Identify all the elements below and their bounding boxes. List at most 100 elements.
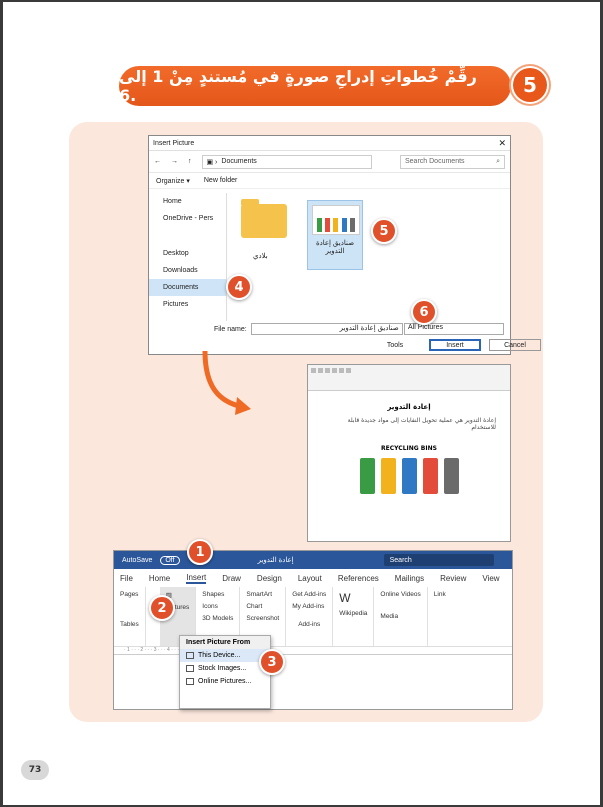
question-title: رقِّمْ خُطواتِ إدراجِ صورةٍ في مُستندٍ م… [119, 66, 511, 106]
search-icon: ⌕ [496, 157, 500, 165]
folder-label: بلادي [253, 253, 268, 260]
step-badge-1: 1 [187, 539, 213, 565]
sidebar-item-downloads[interactable]: Downloads [149, 262, 226, 279]
this-device-label: This Device... [198, 652, 241, 659]
wikipedia-icon: W [339, 591, 351, 605]
get-addins-button[interactable]: Get Add-ins [292, 591, 326, 598]
image-file-thumbnail[interactable]: صناديق إعادة التدوير [307, 200, 363, 270]
step-badge-6: 6 [411, 299, 437, 325]
document-preview: إعادة التدوير إعادة التدوير هي عملية تحو… [307, 364, 511, 542]
doc-chart-title: RECYCLING BINS [381, 445, 437, 452]
chart-button[interactable]: Chart [246, 603, 279, 610]
3d-models-button[interactable]: 3D Models [202, 615, 233, 622]
screenshot-button[interactable]: Screenshot [246, 615, 279, 622]
autosave-toggle[interactable]: Off [160, 555, 180, 565]
forward-icon[interactable]: → [171, 158, 178, 165]
step-badge-5: 5 [371, 218, 397, 244]
ribbon: Pages Tables ▨ Pictures Shapes Icons 3D Mode… [114, 587, 512, 647]
shapes-button[interactable]: Shapes [202, 591, 233, 598]
path-label: Documents [221, 158, 257, 165]
word-search[interactable]: Search [383, 554, 494, 566]
insert-button[interactable]: Insert [429, 339, 481, 351]
online-pictures-item[interactable]: Online Pictures... [180, 675, 270, 688]
doc-name: إعادة التدوير [257, 557, 294, 564]
stock-icon [186, 665, 194, 672]
tab-file[interactable]: File [120, 574, 133, 583]
wikipedia-button[interactable]: Wikipedia [339, 610, 367, 617]
stock-images-item[interactable]: Stock Images... [180, 662, 270, 675]
online-icon [186, 678, 194, 685]
page: رقِّمْ خُطواتِ إدراجِ صورةٍ في مُستندٍ م… [0, 0, 603, 807]
pages-group: Pages Tables [114, 587, 146, 646]
thumbnail-image [312, 205, 360, 235]
tab-references[interactable]: References [338, 574, 379, 583]
arrow-icon [202, 350, 251, 415]
close-icon[interactable]: ✕ [498, 138, 506, 149]
insert-picture-dropdown: Insert Picture From This Device... Stock… [179, 635, 271, 709]
thumbnail-label: صناديق إعادة التدوير [315, 240, 355, 255]
dialog-nav: ← → ↑ ▣ › Documents Search Documents ⌕ [149, 151, 510, 173]
cancel-button[interactable]: Cancel [489, 339, 541, 351]
tab-insert[interactable]: Insert [186, 573, 207, 584]
link-button[interactable]: Link [434, 591, 446, 598]
smartart-button[interactable]: SmartArt [246, 591, 279, 598]
search-input[interactable]: Search Documents ⌕ [400, 154, 505, 169]
up-icon[interactable]: ↑ [188, 158, 192, 165]
dialog-sidebar: Home OneDrive - Pers Desktop Downloads D… [149, 193, 227, 321]
media-label: Media [380, 613, 399, 620]
step-badge-2: 2 [149, 595, 175, 621]
online-videos-button[interactable]: Online Videos [380, 591, 420, 598]
tab-draw[interactable]: Draw [222, 574, 241, 583]
file-name-input[interactable]: صناديق إعادة التدوير [250, 323, 403, 335]
sidebar-item-pictures[interactable]: Pictures [149, 296, 226, 313]
doc-title: إعادة التدوير [387, 403, 431, 411]
dialog-title: Insert Picture [153, 139, 195, 147]
doc-ribbon [308, 365, 510, 391]
online-pictures-label: Online Pictures... [198, 678, 252, 685]
insert-picture-dialog: Insert Picture ✕ ← → ↑ ▣ › Documents Sear… [148, 135, 541, 355]
icons-button[interactable]: Icons [202, 603, 233, 610]
question-number: 5 [513, 68, 547, 102]
dialog-toolbar: Organize ▾ New folder [149, 173, 510, 189]
file-type-select[interactable]: All Pictures [404, 323, 504, 335]
addins-label: Add-ins [298, 621, 321, 628]
organize-button[interactable]: Organize ▾ [156, 177, 190, 185]
dialog-buttons: Tools Insert Cancel [369, 339, 541, 351]
ribbon-tabs: File Home Insert Draw Design Layout Refe… [114, 569, 512, 587]
sidebar-item-documents[interactable]: Documents [149, 279, 226, 296]
media-group: Online Videos Media [374, 587, 428, 646]
tab-design[interactable]: Design [257, 574, 282, 583]
tab-view[interactable]: View [482, 574, 499, 583]
file-name-label: File name: [214, 325, 247, 333]
sidebar-item-home[interactable]: Home [149, 193, 226, 210]
address-bar[interactable]: ▣ › Documents [201, 154, 372, 169]
sidebar-item-onedrive[interactable]: OneDrive - Pers [149, 210, 226, 227]
doc-body: إعادة التدوير هي عملية تحويل النفايات إل… [347, 417, 496, 431]
addins-group: Get Add-ins My Add-ins Add-ins [286, 587, 334, 646]
word-titlebar: AutoSave Off إعادة التدوير Search [114, 551, 512, 569]
page-number: 73 [21, 760, 49, 780]
dropdown-header: Insert Picture From [180, 636, 270, 649]
ruler: · 1 · · · 2 · · · 3 · · · 4 · · · 5 [114, 647, 512, 655]
file-name-row: File name: صناديق إعادة التدوير [214, 323, 403, 335]
search-placeholder: Search Documents [405, 158, 465, 165]
sidebar-item-desktop[interactable]: Desktop [149, 245, 226, 262]
my-addins-button[interactable]: My Add-ins [292, 603, 326, 610]
word-search-label: Search [389, 556, 412, 564]
tab-layout[interactable]: Layout [298, 574, 322, 583]
pages-button[interactable]: Pages [120, 591, 139, 598]
tab-review[interactable]: Review [440, 574, 466, 583]
step-badge-3: 3 [259, 649, 285, 675]
device-icon [186, 652, 194, 659]
stock-images-label: Stock Images... [198, 665, 247, 672]
back-icon[interactable]: ← [154, 158, 161, 165]
tab-mailings[interactable]: Mailings [395, 574, 424, 583]
word-window: AutoSave Off إعادة التدوير Search File H… [113, 550, 513, 710]
tools-button[interactable]: Tools [369, 339, 421, 351]
tab-home[interactable]: Home [149, 574, 170, 583]
folder-icon: ▣ › [206, 158, 218, 166]
new-folder-button[interactable]: New folder [204, 177, 237, 184]
folder-icon-large[interactable] [241, 199, 287, 238]
this-device-item[interactable]: This Device... [180, 649, 270, 662]
recycling-bins-image [308, 458, 510, 494]
